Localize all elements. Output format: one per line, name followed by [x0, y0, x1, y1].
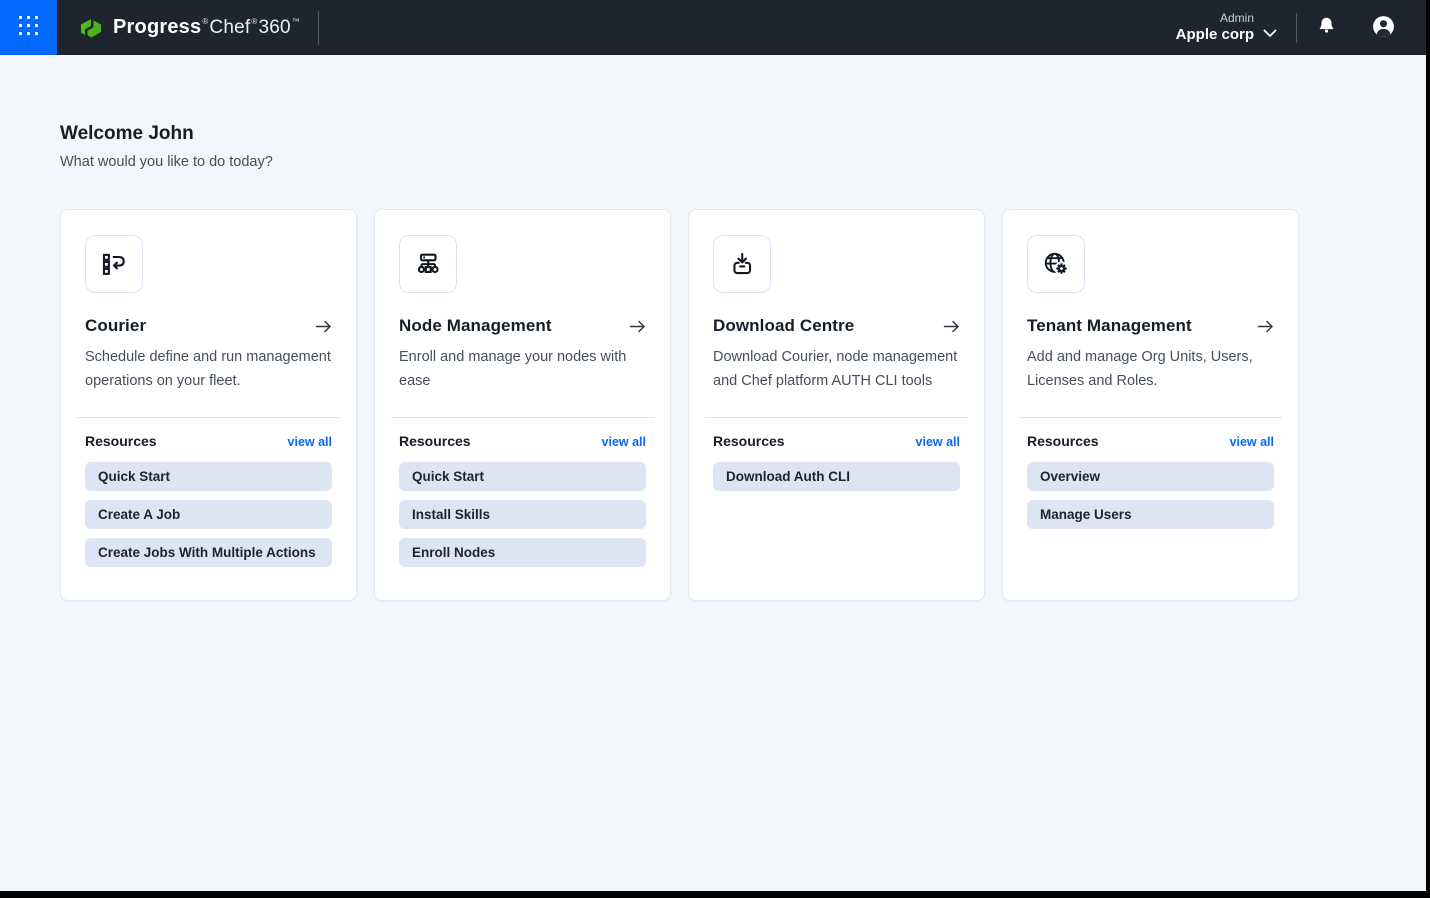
- resource-pill[interactable]: Quick Start: [399, 462, 646, 491]
- resource-pill[interactable]: Install Skills: [399, 500, 646, 529]
- card-description: Download Courier, node management and Ch…: [713, 346, 960, 417]
- role-label: Admin: [1176, 11, 1254, 26]
- view-all-link[interactable]: view all: [602, 435, 646, 449]
- top-bar: Progress®Chef®360™ Admin Apple corp: [0, 0, 1430, 55]
- resources-label: Resources: [85, 433, 157, 449]
- card-download-centre[interactable]: Download Centre Download Courier, node m…: [688, 209, 985, 601]
- brand-wordmark: Progress®Chef®360™: [113, 16, 301, 39]
- page-title: Welcome John: [60, 123, 1370, 145]
- resource-pill[interactable]: Enroll Nodes: [399, 538, 646, 567]
- card-title: Node Management: [399, 316, 552, 336]
- card-description: Schedule define and run management opera…: [85, 346, 332, 417]
- welcome-section: Welcome John What would you like to do t…: [60, 123, 1370, 170]
- card-description: Add and manage Org Units, Users, License…: [1027, 346, 1274, 417]
- resource-pill[interactable]: Create A Job: [85, 500, 332, 529]
- card-description: Enroll and manage your nodes with ease: [399, 346, 646, 417]
- tenant-management-icon: [1027, 235, 1085, 293]
- page-subtitle: What would you like to do today?: [60, 154, 1370, 170]
- resource-pill[interactable]: Download Auth CLI: [713, 462, 960, 491]
- bell-icon: [1316, 15, 1337, 40]
- resources-label: Resources: [713, 433, 785, 449]
- node-management-icon: [399, 235, 457, 293]
- resources-label: Resources: [1027, 433, 1099, 449]
- arrow-right-icon[interactable]: [315, 319, 332, 334]
- header-divider: [1296, 13, 1297, 43]
- resource-pill[interactable]: Manage Users: [1027, 500, 1274, 529]
- resources-label: Resources: [399, 433, 471, 449]
- view-all-link[interactable]: view all: [288, 435, 332, 449]
- card-node-management[interactable]: Node Management Enroll and manage your n…: [374, 209, 671, 601]
- account-button[interactable]: [1371, 14, 1396, 42]
- app-grid-icon: [18, 15, 39, 41]
- card-title: Tenant Management: [1027, 316, 1192, 336]
- card-courier[interactable]: Courier Schedule define and run manageme…: [60, 209, 357, 601]
- card-divider: [1019, 417, 1282, 418]
- arrow-right-icon[interactable]: [943, 319, 960, 334]
- resource-pill[interactable]: Quick Start: [85, 462, 332, 491]
- brand-logo[interactable]: Progress®Chef®360™: [78, 16, 301, 40]
- avatar-icon: [1371, 14, 1396, 42]
- header-divider: [318, 11, 319, 45]
- resource-pill[interactable]: Overview: [1027, 462, 1274, 491]
- view-all-link[interactable]: view all: [916, 435, 960, 449]
- letterbox-bottom: [0, 891, 1430, 898]
- courier-icon: [85, 235, 143, 293]
- card-title: Download Centre: [713, 316, 854, 336]
- tenant-switcher[interactable]: Admin Apple corp: [1176, 11, 1277, 45]
- card-title: Courier: [85, 316, 146, 336]
- feature-cards: Courier Schedule define and run manageme…: [60, 209, 1370, 601]
- card-divider: [77, 417, 340, 418]
- progress-logo-icon: [78, 16, 104, 40]
- app-grid-button[interactable]: [0, 0, 57, 55]
- resource-pill[interactable]: Create Jobs With Multiple Actions: [85, 538, 332, 567]
- letterbox-right: [1426, 0, 1430, 898]
- card-divider: [705, 417, 968, 418]
- arrow-right-icon[interactable]: [629, 319, 646, 334]
- arrow-right-icon[interactable]: [1257, 319, 1274, 334]
- chevron-down-icon: [1263, 25, 1277, 43]
- tenant-name: Apple corp: [1176, 26, 1254, 45]
- notifications-button[interactable]: [1316, 15, 1337, 40]
- card-divider: [391, 417, 654, 418]
- card-tenant-management[interactable]: Tenant Management Add and manage Org Uni…: [1002, 209, 1299, 601]
- download-centre-icon: [713, 235, 771, 293]
- view-all-link[interactable]: view all: [1230, 435, 1274, 449]
